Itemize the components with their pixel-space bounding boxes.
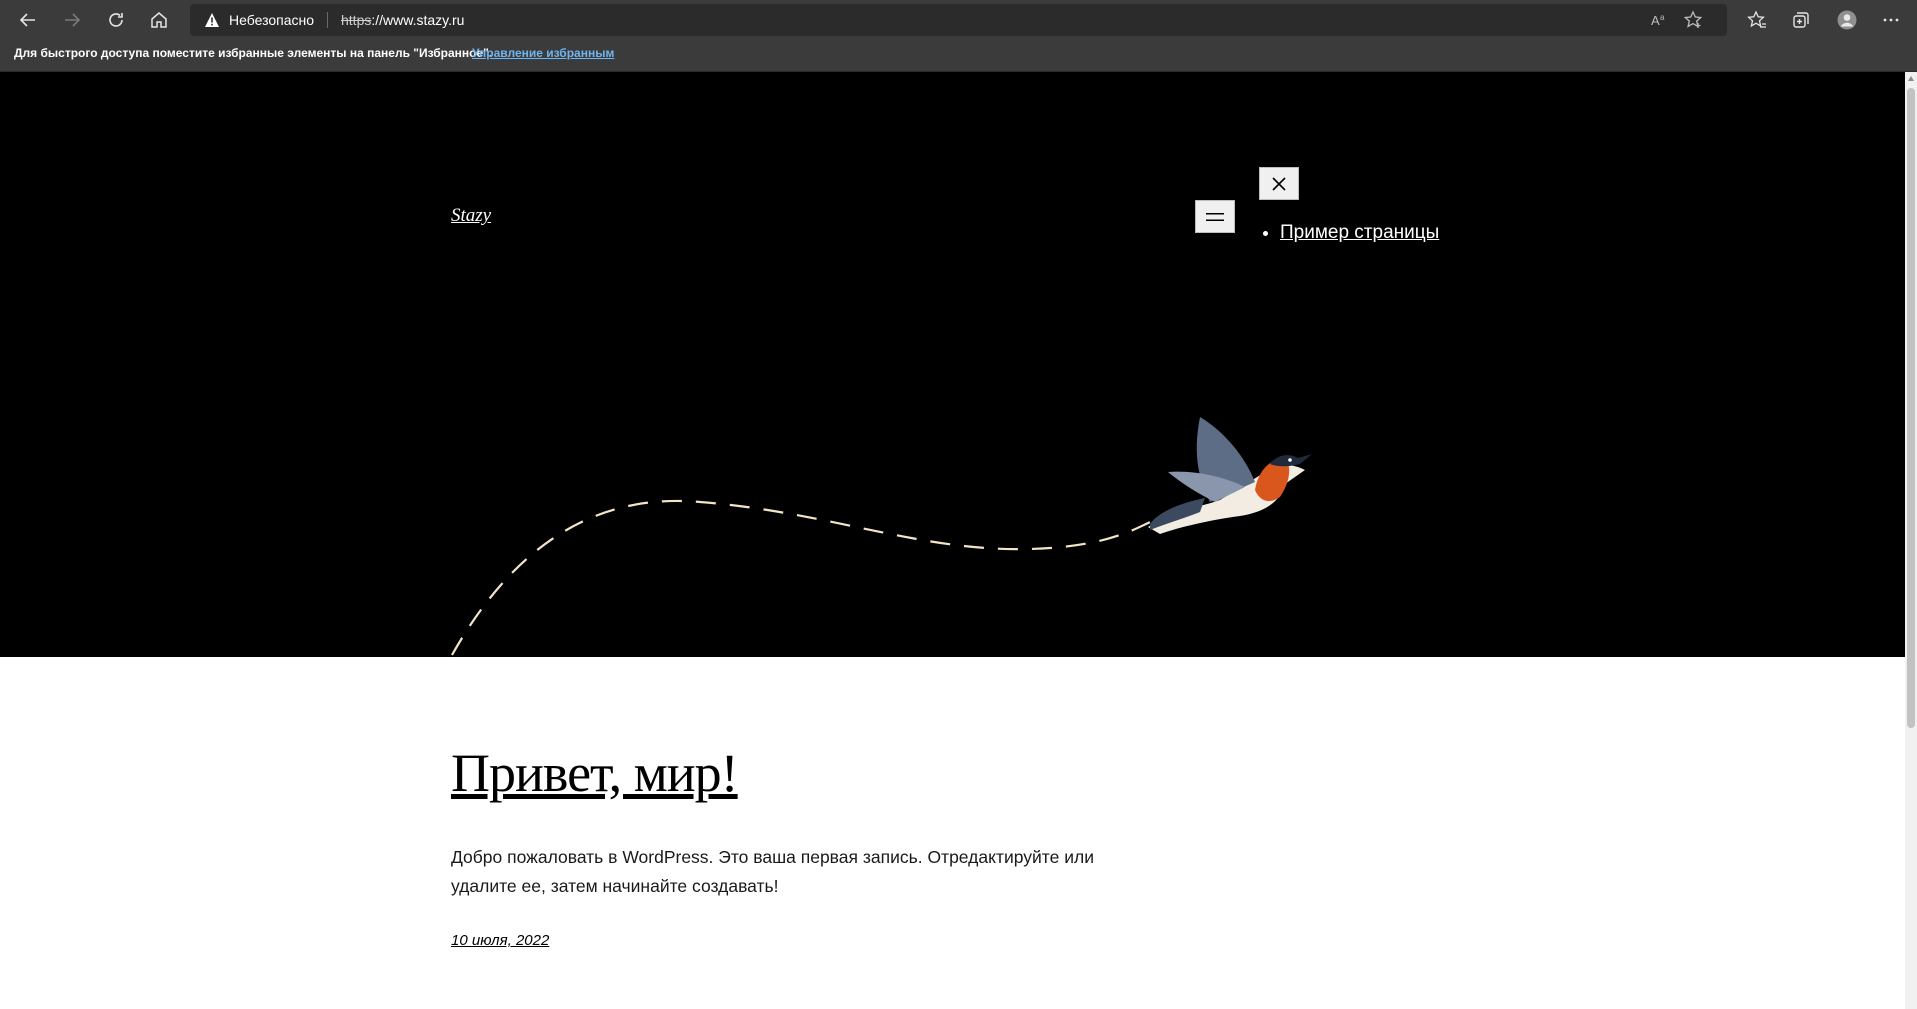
back-button[interactable] [12, 4, 44, 36]
favorites-bar-message: Для быстрого доступа поместите избранные… [14, 46, 493, 60]
profile-button[interactable] [1831, 4, 1863, 36]
more-icon [1883, 18, 1899, 22]
url-host: ://www.stazy.ru [371, 12, 465, 28]
more-button[interactable] [1875, 4, 1907, 36]
profile-icon [1837, 10, 1857, 30]
svg-text:A: A [1651, 13, 1660, 28]
hamburger-icon [1206, 212, 1224, 221]
scroll-up-arrow-icon[interactable] [1908, 76, 1914, 81]
svg-text:a: a [1660, 13, 1665, 22]
browser-toolbar: Небезопасно https://www.stazy.ru Aa [0, 0, 1917, 37]
favorites-bar: Для быстрого доступа поместите избранные… [0, 37, 1917, 72]
nav-link-sample-page[interactable]: Пример страницы [1280, 222, 1439, 243]
refresh-button[interactable] [100, 4, 132, 36]
add-favorite-icon[interactable] [1683, 10, 1703, 30]
post-title-link[interactable]: Привет, мир! [451, 743, 739, 803]
post-date-link[interactable]: 10 июля, 2022 [451, 932, 549, 949]
menu-toggle-button[interactable] [1195, 200, 1235, 233]
address-bar[interactable]: Небезопасно https://www.stazy.ru Aa [190, 4, 1727, 36]
url-text[interactable]: https://www.stazy.ru [341, 11, 464, 29]
address-separator [327, 12, 328, 28]
home-button[interactable] [143, 4, 175, 36]
favorites-button[interactable] [1741, 4, 1773, 36]
manage-favorites-link[interactable]: Управление избранным [472, 46, 614, 61]
read-aloud-icon[interactable]: Aa [1649, 10, 1669, 30]
post-content: Добро пожаловать в WordPress. Это ваша п… [451, 847, 1094, 896]
collections-button[interactable] [1785, 4, 1817, 36]
site-title-link[interactable]: Stazy [451, 205, 491, 227]
refresh-icon [109, 13, 123, 27]
collections-icon [1793, 12, 1809, 28]
warning-icon [205, 13, 219, 27]
scrollbar-thumb[interactable] [1907, 88, 1915, 728]
forward-icon [65, 13, 81, 27]
nav-item: Пример страницы [1280, 222, 1439, 244]
page-viewport: Stazy Пример страницы Привет, мир! Добро… [0, 72, 1905, 1009]
site-header: Stazy Пример страницы [0, 72, 1905, 657]
forward-button[interactable] [56, 4, 88, 36]
page-scrollbar[interactable] [1905, 72, 1917, 1009]
primary-nav: Пример страницы [1280, 222, 1439, 244]
security-label[interactable]: Небезопасно [229, 11, 314, 29]
home-icon [151, 12, 167, 28]
bird-flight-illustration [451, 417, 1312, 656]
menu-close-button[interactable] [1259, 167, 1299, 200]
bird-icon [1148, 417, 1312, 534]
back-icon [19, 13, 35, 27]
url-scheme: https [341, 12, 372, 28]
close-icon [1272, 176, 1286, 191]
favorites-icon [1747, 10, 1766, 28]
